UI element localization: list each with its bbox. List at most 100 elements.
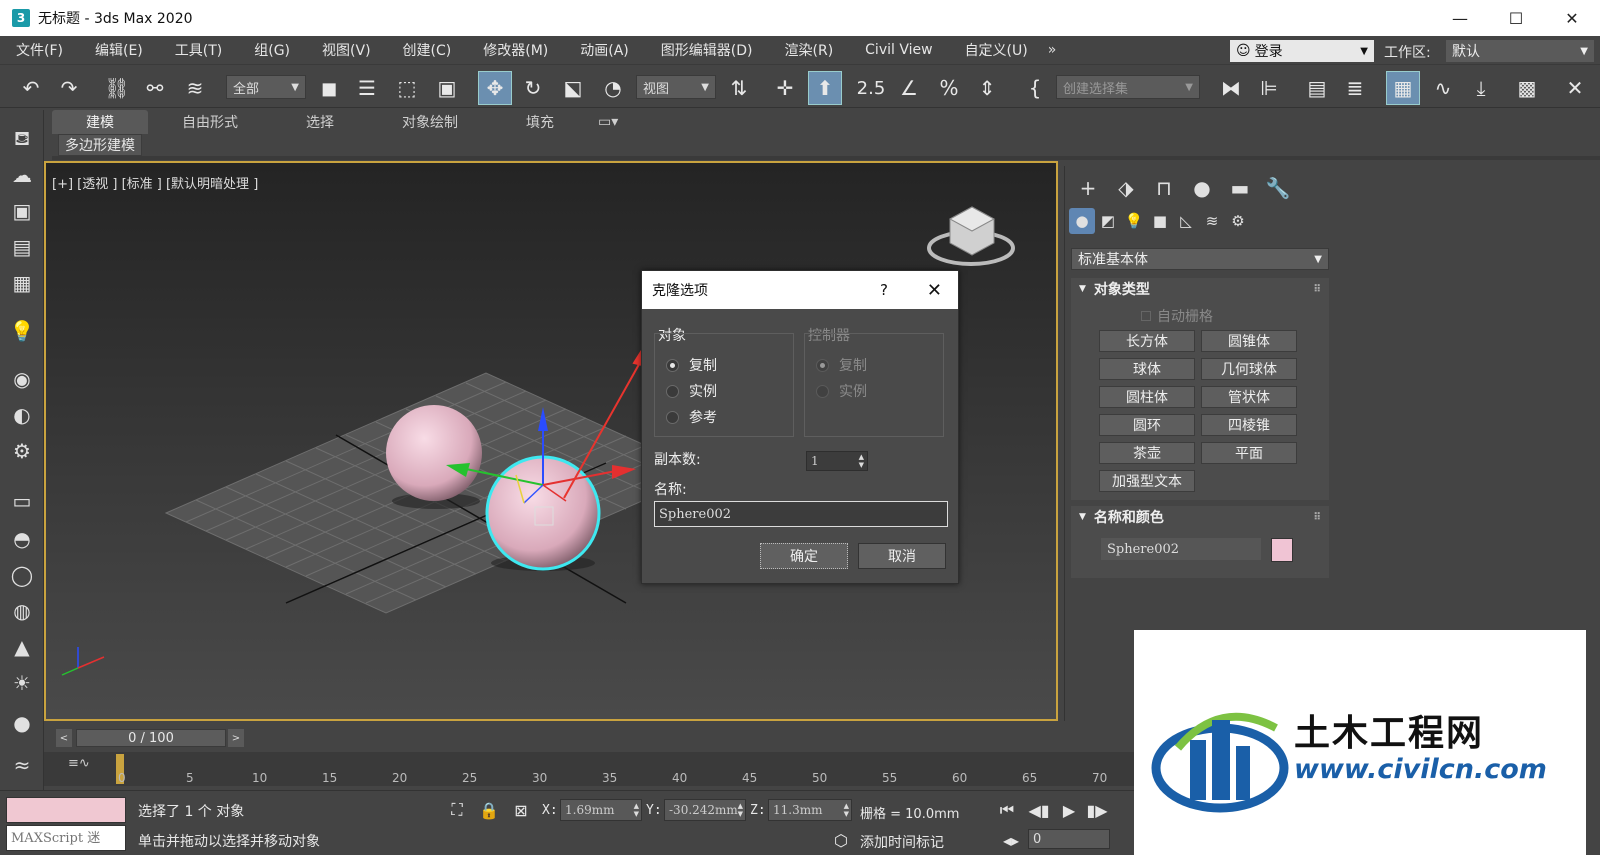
dialog-close-icon[interactable]: ✕ [927, 280, 942, 301]
menu-modifiers[interactable]: 修改器(M) [467, 40, 564, 60]
maxscript-listener-output[interactable] [6, 797, 126, 823]
ok-button[interactable]: 确定 [760, 543, 848, 569]
table-icon[interactable]: ▦ [6, 268, 38, 298]
menu-graph-editors[interactable]: 图形编辑器(D) [645, 40, 769, 60]
spinner-arrows-icon[interactable]: ▲ ▼ [859, 453, 864, 469]
grip-icon[interactable]: ⠿ [1313, 512, 1321, 523]
half-sphere-icon[interactable]: ◐ [6, 400, 38, 430]
add-time-tag[interactable]: 添加时间标记 [860, 832, 944, 852]
menu-file[interactable]: 文件(F) [0, 40, 79, 60]
named-selection-dropdown[interactable]: 创建选择集 ▼ [1056, 75, 1200, 99]
box-button[interactable]: 长方体 [1099, 330, 1195, 352]
play-icon[interactable]: ▶ [1058, 799, 1080, 821]
select-and-move-icon[interactable]: ✥ [478, 71, 512, 105]
selection-filter-dropdown[interactable]: 全部 ▼ [226, 75, 306, 99]
chevron-left-icon[interactable]: < [56, 729, 72, 747]
schematic-view-icon[interactable]: ⤓ [1466, 73, 1496, 103]
curve-editor-icon[interactable]: ∿ [1428, 73, 1458, 103]
modify-tab-icon[interactable]: ⬗ [1107, 172, 1145, 204]
percent-snap-icon[interactable]: % [934, 73, 964, 103]
sun-icon[interactable]: ☀ [6, 668, 38, 698]
select-by-name-icon[interactable]: ☰ [352, 73, 382, 103]
spinner-arrows-icon[interactable]: ▲ ▼ [844, 802, 849, 818]
sphere-button[interactable]: 球体 [1099, 358, 1195, 380]
plane-button[interactable]: 平面 [1201, 442, 1297, 464]
close-button[interactable]: ✕ [1544, 0, 1600, 36]
copies-spinner[interactable]: 1 ▲ ▼ [806, 451, 868, 471]
cone-button[interactable]: 圆锥体 [1201, 330, 1297, 352]
login-dropdown[interactable]: ☺ 登录 ▼ [1230, 40, 1374, 62]
scene-explorer-icon[interactable]: ▤ [1302, 73, 1332, 103]
object-reference-radio[interactable]: 参考 [666, 407, 717, 427]
unlink-icon[interactable]: ⚯ [140, 73, 170, 103]
chevron-right-icon[interactable]: > [228, 729, 244, 747]
redo-icon[interactable]: ↷ [54, 73, 84, 103]
minimize-button[interactable]: — [1432, 0, 1488, 36]
menu-tools[interactable]: 工具(T) [159, 40, 238, 60]
menu-rendering[interactable]: 渲染(R) [769, 40, 850, 60]
menu-civil-view[interactable]: Civil View [849, 42, 948, 58]
key-mode-icon[interactable]: ◂▸ [1000, 829, 1022, 851]
menu-create[interactable]: 创建(C) [387, 40, 468, 60]
z-coordinate-input[interactable]: 11.3mm ▲ ▼ [768, 799, 852, 821]
helpers-icon[interactable]: ◺ [1173, 208, 1199, 234]
object-type-header[interactable]: ▼ 对象类型 ⠿ [1071, 278, 1329, 300]
hierarchy-tab-icon[interactable]: ⊓ [1145, 172, 1183, 204]
basket-icon[interactable]: ◍ [6, 596, 38, 626]
angle-snap-icon[interactable]: ∠ [894, 73, 924, 103]
menu-views[interactable]: 视图(V) [306, 40, 387, 60]
tube-button[interactable]: 管状体 [1201, 386, 1297, 408]
pivot-center-icon[interactable]: ⇅ [724, 73, 754, 103]
isolate-selection-icon[interactable]: ⛶ [446, 799, 468, 821]
shapes-icon[interactable]: ◩ [1095, 208, 1121, 234]
spinner-arrows-icon[interactable]: ▲ ▼ [634, 802, 639, 818]
grip-icon[interactable]: ⠿ [1313, 284, 1321, 295]
tab-freeform[interactable]: 自由形式 [148, 110, 272, 134]
next-frame-icon[interactable]: ▮▶ [1086, 799, 1108, 821]
film-icon[interactable]: ⚙ [6, 436, 38, 466]
select-manipulate-icon[interactable]: ✛ [770, 73, 800, 103]
panel-icon[interactable]: ▭ [6, 486, 38, 516]
wave-icon[interactable]: ≈ [6, 750, 38, 780]
utilities-tab-icon[interactable]: 🔧 [1259, 172, 1297, 204]
lights-icon[interactable]: 💡 [1121, 208, 1147, 234]
menu-customize[interactable]: 自定义(U) [949, 40, 1044, 60]
dome-icon[interactable]: ◓ [6, 524, 38, 554]
snaps-toggle-icon[interactable]: 2.5 [856, 73, 886, 103]
tab-selection[interactable]: 选择 [272, 110, 368, 134]
ring-icon[interactable]: ◯ [6, 560, 38, 590]
pyramid-button[interactable]: 四棱锥 [1201, 414, 1297, 436]
cameras-icon[interactable]: ■ [1147, 208, 1173, 234]
curve-editor-toggle-icon[interactable]: ≡∿ [68, 756, 90, 771]
controller-copy-radio[interactable]: 复制 [816, 355, 867, 375]
cone-icon[interactable]: ▲ [6, 632, 38, 662]
tab-populate[interactable]: 填充 [492, 110, 588, 134]
controller-instance-radio[interactable]: 实例 [816, 381, 867, 401]
reference-coordinate-dropdown[interactable]: 视图 ▼ [636, 75, 716, 99]
autogrid-checkbox[interactable]: 自动栅格 [1141, 306, 1213, 326]
geosphere-button[interactable]: 几何球体 [1201, 358, 1297, 380]
camera-icon[interactable]: ◉ [6, 364, 38, 394]
lock-icon[interactable]: 🔒 [478, 799, 500, 821]
light-bulb-icon[interactable]: 💡 [6, 316, 38, 346]
motion-tab-icon[interactable]: ● [1183, 172, 1221, 204]
y-coordinate-input[interactable]: -30.242mm ▲ ▼ [664, 799, 746, 821]
bind-space-warp-icon[interactable]: ≋ [180, 73, 210, 103]
menu-group[interactable]: 组(G) [238, 40, 306, 60]
absolute-mode-icon[interactable]: ⊠ [510, 799, 532, 821]
mirror-icon[interactable]: ⧓ [1216, 73, 1246, 103]
select-and-scale-icon[interactable]: ⬕ [558, 73, 588, 103]
geometry-icon[interactable]: ● [1069, 208, 1095, 234]
time-slider-thumb[interactable]: 0 / 100 [76, 729, 226, 747]
help-icon[interactable]: ? [880, 281, 888, 299]
render-frame-icon[interactable]: ▣ [6, 196, 38, 226]
clone-name-input[interactable] [654, 501, 948, 527]
select-and-rotate-icon[interactable]: ↻ [518, 73, 548, 103]
name-color-header[interactable]: ▼ 名称和颜色 ⠿ [1071, 506, 1329, 528]
menu-more-icon[interactable]: » [1048, 42, 1057, 58]
polygon-modeling-panel[interactable]: 多边形建模 [58, 134, 142, 156]
layer-explorer-icon[interactable]: ≣ [1340, 73, 1370, 103]
teapot-icon[interactable]: ⛾ [6, 124, 38, 154]
space-warps-icon[interactable]: ≋ [1199, 208, 1225, 234]
object-color-swatch[interactable] [1271, 538, 1293, 562]
